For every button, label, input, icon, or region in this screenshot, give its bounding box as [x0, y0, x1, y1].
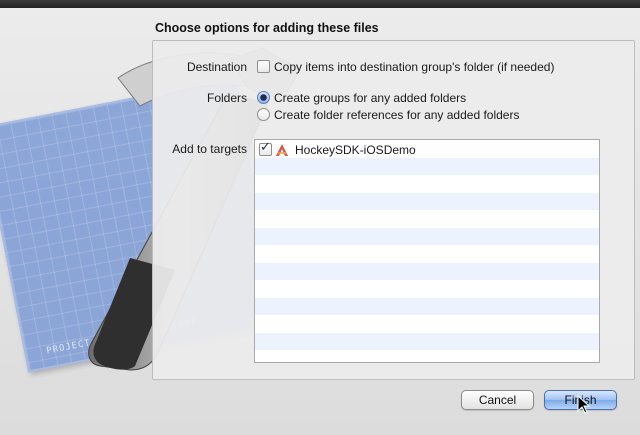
create-groups-radio[interactable] [257, 91, 270, 104]
window-top-edge [0, 0, 640, 8]
list-stripe [255, 262, 599, 280]
dialog-title: Choose options for adding these files [155, 21, 379, 35]
create-folder-references-radio[interactable] [257, 108, 270, 121]
folders-label: Folders [206, 91, 247, 105]
list-stripe [255, 350, 599, 362]
xcode-add-files-sheet: PROJECT: APPLICATION.APP Choose options … [0, 0, 640, 435]
list-stripe [255, 210, 599, 228]
list-stripe [255, 227, 599, 245]
list-stripe [255, 315, 599, 333]
target-row[interactable]: HockeySDK-iOSDemo [255, 140, 599, 159]
list-stripe [255, 280, 599, 298]
cancel-button[interactable]: Cancel [461, 390, 534, 410]
create-groups-label[interactable]: Create groups for any added folders [274, 91, 466, 105]
target-checkbox[interactable] [259, 140, 272, 156]
create-folder-references-label[interactable]: Create folder references for any added f… [274, 108, 519, 122]
list-stripe [255, 175, 599, 193]
copy-items-label[interactable]: Copy items into destination group's fold… [274, 60, 554, 74]
destination-label: Destination [186, 60, 247, 74]
list-stripe [255, 245, 599, 263]
list-stripe [255, 332, 599, 350]
list-stripe [255, 192, 599, 210]
app-target-icon [276, 144, 288, 156]
targets-list[interactable]: HockeySDK-iOSDemo [254, 139, 600, 363]
add-to-targets-label: Add to targets [172, 142, 247, 156]
mouse-pointer-icon [577, 395, 591, 414]
list-stripe [255, 297, 599, 315]
target-name: HockeySDK-iOSDemo [295, 143, 416, 157]
copy-items-checkbox[interactable] [257, 60, 270, 73]
list-stripe [255, 157, 599, 175]
